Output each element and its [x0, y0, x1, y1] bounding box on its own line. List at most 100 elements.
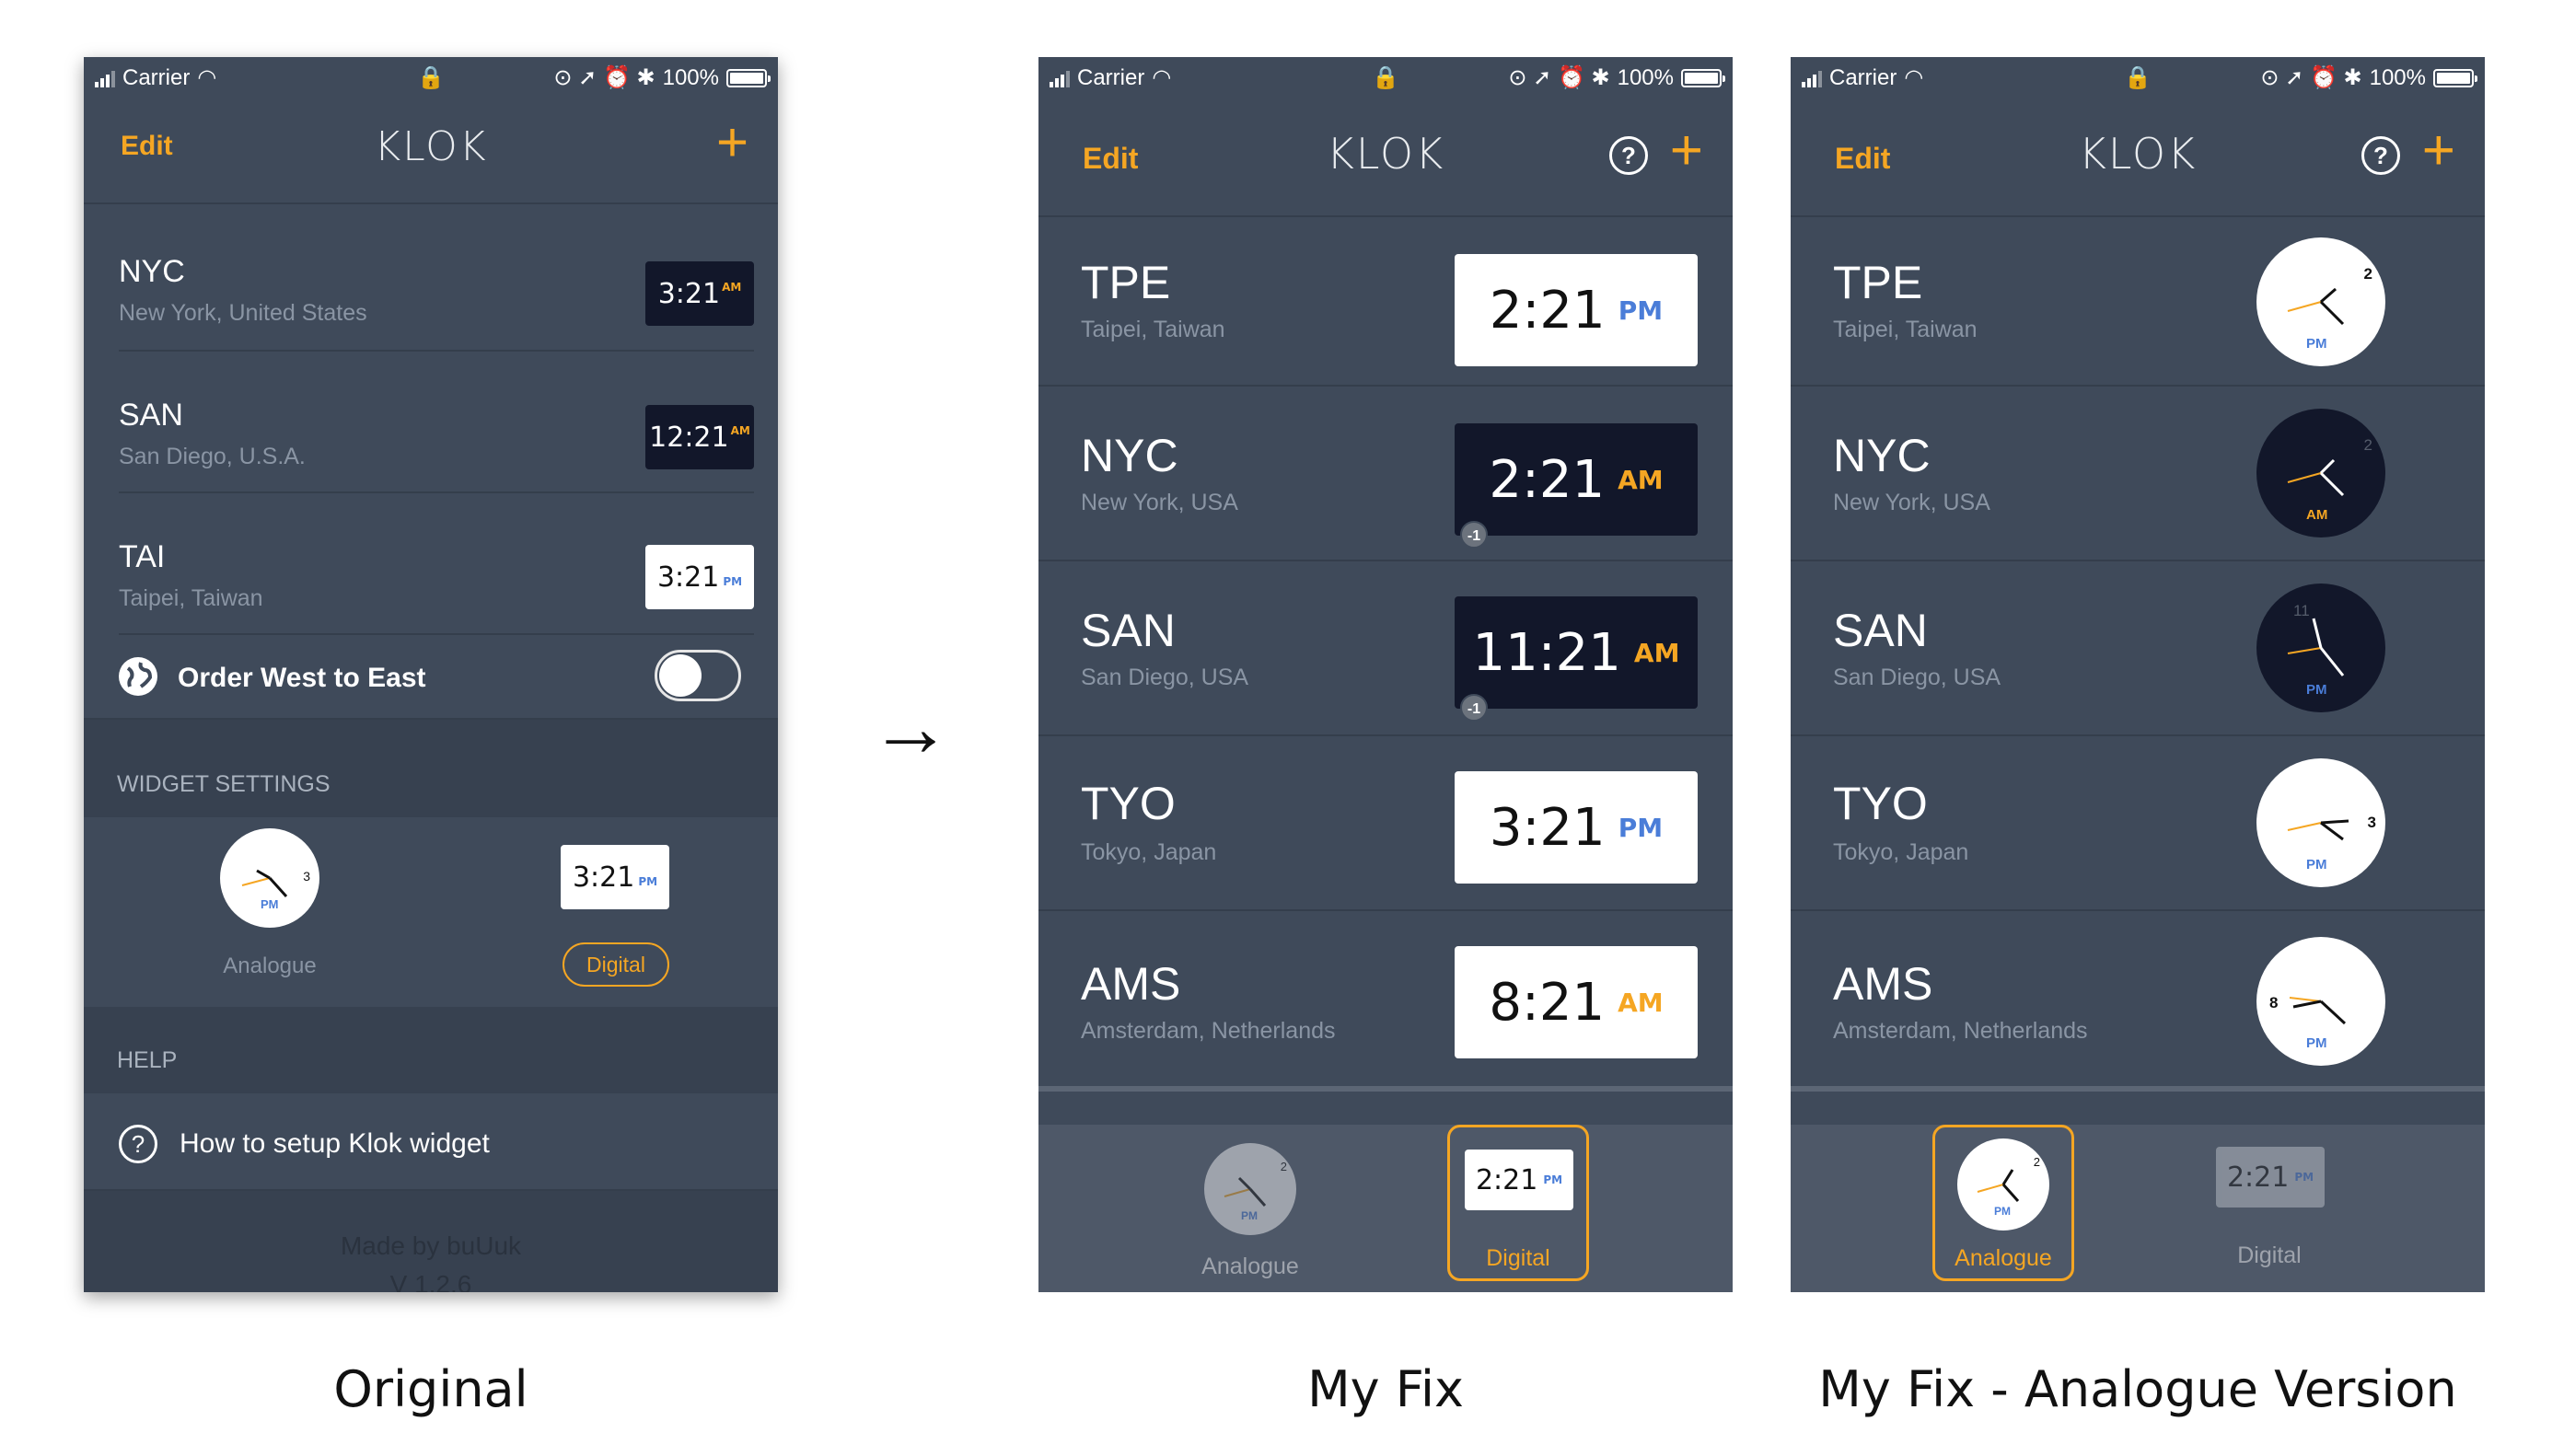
time-suffix: AM	[1618, 464, 1664, 495]
status-bar: Carrier ◠ 🔒 ⊙ ➚ ⏰ ✱ 100%	[84, 57, 778, 98]
time-suffix: PM	[638, 875, 658, 888]
analogue-preview: 2 PM	[1204, 1143, 1296, 1235]
edit-button[interactable]: Edit	[1835, 142, 1890, 176]
time-value: 3:21	[572, 861, 635, 894]
city-row[interactable]: TPE Taipei, Taiwan 2 PM	[1791, 217, 2485, 387]
order-toggle[interactable]	[655, 650, 741, 701]
city-row[interactable]: TAI Taipei, Taiwan 3:21 PM	[119, 493, 754, 635]
status-icons: ⊙ ➚ ⏰ ✱	[2260, 65, 2362, 90]
city-row[interactable]: SAN San Diego, USA 11 PM	[1791, 561, 2485, 736]
battery-icon	[1681, 68, 1725, 87]
city-row[interactable]: NYC New York, United States 3:21 AM	[119, 204, 754, 352]
wifi-icon: ◠	[197, 65, 217, 90]
city-code: TYO	[1081, 778, 1176, 829]
signal-icon	[1802, 69, 1822, 87]
city-row[interactable]: TYO Tokyo, Japan 3:21 PM	[1038, 736, 1733, 911]
time-value: 2:21	[1489, 449, 1606, 510]
day-offset-badge: -1	[1460, 521, 1488, 549]
analogue-option[interactable]: 2 PM Analogue	[1186, 1125, 1315, 1281]
clock-number: 2	[2363, 436, 2372, 454]
version-text: V 1.2.6	[389, 1270, 472, 1292]
lock-icon: 🔒	[417, 65, 445, 90]
time-suffix: PM	[2294, 1171, 2314, 1184]
time-suffix: PM	[1543, 1173, 1563, 1186]
made-by-text: Made by buUuk	[340, 1231, 522, 1260]
time-tile: 8:21 AM	[1455, 946, 1698, 1058]
clock-ampm: PM	[261, 897, 279, 911]
order-label: Order West to East	[178, 663, 426, 693]
status-icons: ⊙ ➚ ⏰ ✱	[553, 65, 655, 90]
city-place: Taipei, Taiwan	[119, 585, 263, 611]
time-suffix: AM	[730, 424, 750, 437]
clock-ampm: PM	[1994, 1205, 2011, 1218]
help-icon[interactable]: ?	[2361, 136, 2400, 175]
help-header: HELP	[84, 1007, 778, 1093]
carrier-label: Carrier	[122, 64, 191, 90]
time-suffix: PM	[723, 575, 743, 588]
time-suffix: AM	[722, 281, 742, 294]
analogue-widget-option[interactable]: 3 PM	[220, 828, 319, 928]
city-row[interactable]: AMS Amsterdam, Netherlands 8 PM	[1791, 911, 2485, 1092]
status-bar: Carrier ◠ 🔒 ⊙ ➚ ⏰ ✱ 100%	[1791, 57, 2485, 98]
analogue-label: Analogue	[1201, 1254, 1299, 1279]
edit-button[interactable]: Edit	[1083, 142, 1138, 176]
add-city-button[interactable]: +	[1670, 118, 1703, 183]
widget-settings-header: WIDGET SETTINGS	[84, 720, 778, 817]
digital-widget-option[interactable]: 3:21 PM	[561, 845, 669, 909]
city-code: AMS	[1081, 958, 1181, 1010]
add-city-button[interactable]: +	[2422, 118, 2455, 183]
help-icon[interactable]: ?	[1609, 136, 1648, 175]
clock-ampm: AM	[2306, 507, 2328, 523]
city-code: SAN	[119, 398, 183, 433]
city-row[interactable]: SAN San Diego, USA 11:21 AM -1	[1038, 561, 1733, 736]
city-place: Taipei, Taiwan	[1081, 317, 1225, 342]
time-suffix: PM	[1618, 812, 1664, 843]
app-title: KLOK	[2078, 129, 2198, 179]
wifi-icon: ◠	[1904, 65, 1924, 90]
time-tile: 3:21 PM	[645, 545, 754, 609]
digital-option[interactable]: 2:21 PM Digital	[2196, 1125, 2343, 1281]
battery-label: 100%	[662, 64, 719, 90]
city-row[interactable]: TPE Taipei, Taiwan 2:21 PM	[1038, 217, 1733, 387]
city-code: TPE	[1833, 257, 1923, 308]
city-code: TAI	[119, 539, 166, 574]
analogue-option-selected[interactable]: 2 PM Analogue	[1932, 1125, 2074, 1281]
city-row[interactable]: SAN San Diego, U.S.A. 12:21 AM	[119, 352, 754, 493]
clock-number: 2	[2363, 265, 2372, 283]
clock-number: 11	[2293, 602, 2310, 619]
time-value: 11:21	[1472, 622, 1621, 683]
city-place: New York, United States	[119, 300, 367, 326]
city-row[interactable]: NYC New York, USA 2 AM	[1791, 387, 2485, 561]
app-title: KLOK	[1326, 129, 1445, 179]
help-item[interactable]: ? How to setup Klok widget	[84, 1093, 778, 1191]
city-place: Tokyo, Japan	[1833, 839, 1969, 865]
clock-ampm: PM	[1241, 1209, 1258, 1222]
time-tile: 12:21 AM	[645, 405, 754, 469]
digital-selected-pill[interactable]: Digital	[563, 942, 669, 987]
city-row[interactable]: NYC New York, USA 2:21 AM -1	[1038, 387, 1733, 561]
city-row[interactable]: AMS Amsterdam, Netherlands 8:21 AM	[1038, 911, 1733, 1092]
clock-ampm: PM	[2306, 682, 2327, 698]
digital-preview: 2:21 PM	[1465, 1150, 1573, 1210]
time-value: 2:21	[2226, 1161, 2290, 1194]
nav-bar: Edit KLOK ? +	[1038, 98, 1733, 217]
city-code: AMS	[1833, 958, 1933, 1010]
city-code: NYC	[1081, 430, 1178, 481]
clock-ampm: PM	[2306, 1035, 2327, 1051]
city-code: TPE	[1081, 257, 1171, 308]
caption-analogue-version: My Fix - Analogue Version	[1818, 1360, 2457, 1418]
city-row[interactable]: TYO Tokyo, Japan 3 PM	[1791, 736, 2485, 911]
time-tile: 11:21 AM	[1455, 596, 1698, 709]
edit-button[interactable]: Edit	[121, 131, 173, 162]
clock-number: 2	[2033, 1155, 2040, 1169]
add-city-button[interactable]: +	[716, 110, 748, 174]
section-title: HELP	[117, 1047, 178, 1073]
clock-number: 2	[1280, 1160, 1287, 1173]
signal-icon	[95, 69, 115, 87]
order-row: Order West to East	[84, 635, 778, 720]
clock-ampm: PM	[2306, 857, 2327, 872]
analogue-clock: 8 PM	[2256, 937, 2385, 1066]
city-place: San Diego, USA	[1833, 664, 2001, 690]
digital-option-selected[interactable]: 2:21 PM Digital	[1447, 1125, 1589, 1281]
day-offset-badge: -1	[1460, 694, 1488, 722]
